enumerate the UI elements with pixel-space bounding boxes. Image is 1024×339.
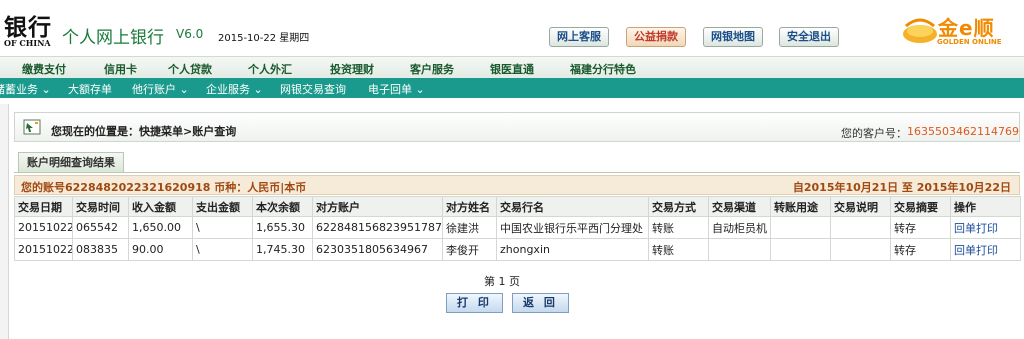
col-header-date: 交易日期 bbox=[14, 196, 73, 217]
cell-bank-name: 中国农业银行乐平西门分理处 bbox=[496, 216, 649, 239]
cell-income: 1,650.00 bbox=[128, 216, 193, 239]
nav-personal-loan[interactable]: 个人贷款 bbox=[168, 61, 212, 77]
cell-date: 20151022 bbox=[14, 238, 73, 261]
nav-investment[interactable]: 投资理财 bbox=[330, 61, 374, 77]
table-row: 20151022 083835 90.00 \ 1,745.30 6230351… bbox=[14, 238, 1021, 261]
charity-donation-button[interactable]: 公益捐款 bbox=[626, 27, 686, 47]
bank-logo: 银行 bbox=[4, 14, 52, 41]
cell-date: 20151022 bbox=[14, 216, 73, 239]
col-header-channel: 交易渠道 bbox=[708, 196, 771, 217]
cell-counter-name: 李俊开 bbox=[442, 238, 497, 261]
nav-customer-service[interactable]: 客户服务 bbox=[410, 61, 454, 77]
table-header-row: 交易日期 交易时间 收入金额 支出金额 本次余额 对方账户 对方姓名 交易行名 … bbox=[14, 196, 1021, 217]
cell-counter-acct: 6228481568239517878 bbox=[312, 216, 443, 239]
golden-online-text: 金e顺 bbox=[938, 16, 995, 40]
col-header-bank-name: 交易行名 bbox=[496, 196, 649, 217]
secondary-nav: 储蓄业务 ⌄ 大额存单 他行账户 ⌄ 企业服务 ⌄ 网银交易查询 电子回单 ⌄ bbox=[0, 78, 1024, 98]
col-header-counter-name: 对方姓名 bbox=[442, 196, 497, 217]
left-sidebar-collapsed[interactable] bbox=[0, 104, 9, 339]
online-service-button[interactable]: 网上客服 bbox=[549, 27, 609, 47]
col-header-summary: 交易摘要 bbox=[890, 196, 951, 217]
cell-method: 转账 bbox=[648, 238, 709, 261]
subnav-other-bank[interactable]: 他行账户 ⌄ bbox=[132, 81, 189, 97]
col-header-counter-acct: 对方账户 bbox=[312, 196, 443, 217]
cell-counter-acct: 6230351805634967 bbox=[312, 238, 443, 261]
main-content: 您现在的位置是：快捷菜单>账户查询 您的客户号： 163550346211476… bbox=[14, 112, 1021, 339]
cell-channel bbox=[708, 238, 771, 261]
transaction-table: 交易日期 交易时间 收入金额 支出金额 本次余额 对方账户 对方姓名 交易行名 … bbox=[14, 196, 1021, 261]
bank-map-button[interactable]: 网银地图 bbox=[703, 27, 763, 47]
cell-summary: 转存 bbox=[890, 216, 951, 239]
breadcrumb: 您现在的位置是：快捷菜单>账户查询 bbox=[51, 125, 237, 138]
cell-time: 083835 bbox=[72, 238, 129, 261]
tab-account-detail-result[interactable]: 账户明细查询结果 bbox=[18, 152, 124, 172]
pagination-text: 第 1 页 bbox=[484, 275, 520, 288]
cell-bank-name: zhongxin bbox=[496, 238, 649, 261]
app-version: V6.0 bbox=[176, 27, 204, 41]
nav-payment[interactable]: 缴费支付 bbox=[22, 61, 66, 77]
back-button[interactable]: 返 回 bbox=[512, 293, 569, 313]
col-header-method: 交易方式 bbox=[648, 196, 709, 217]
cell-balance: 1,745.30 bbox=[252, 238, 313, 261]
col-header-income: 收入金额 bbox=[128, 196, 193, 217]
subnav-tx-query[interactable]: 网银交易查询 bbox=[280, 81, 346, 97]
nav-fujian-branch[interactable]: 福建分行特色 bbox=[570, 61, 636, 77]
app-title: 个人网上银行 bbox=[62, 28, 164, 48]
account-number-currency: 您的账号6228482022321620918 币种：人民币|本币 bbox=[21, 181, 307, 194]
col-header-operation: 操作 bbox=[950, 196, 1021, 217]
location-arrow-icon bbox=[23, 119, 41, 135]
col-header-expense: 支出金额 bbox=[192, 196, 253, 217]
subnav-e-receipt[interactable]: 电子回单 ⌄ bbox=[368, 81, 425, 97]
cell-channel: 自动柜员机 bbox=[708, 216, 771, 239]
golden-online-en: GOLDEN ONLINE bbox=[937, 38, 1002, 46]
col-header-note: 交易说明 bbox=[830, 196, 891, 217]
cell-expense: \ bbox=[192, 216, 253, 239]
table-row: 20151022 065542 1,650.00 \ 1,655.30 6228… bbox=[14, 216, 1021, 239]
customer-number-label: 您的客户号： bbox=[841, 127, 907, 140]
location-bar: 您现在的位置是：快捷菜单>账户查询 您的客户号： 163550346211476… bbox=[14, 112, 1020, 142]
cell-expense: \ bbox=[192, 238, 253, 261]
cell-time: 065542 bbox=[72, 216, 129, 239]
subnav-enterprise[interactable]: 企业服务 ⌄ bbox=[206, 81, 263, 97]
primary-nav: 缴费支付 信用卡 个人贷款 个人外汇 投资理财 客户服务 银医直通 福建分行特色 bbox=[0, 56, 1024, 78]
nav-credit-card[interactable]: 信用卡 bbox=[104, 61, 137, 77]
cell-income: 90.00 bbox=[128, 238, 193, 261]
cell-method: 转账 bbox=[648, 216, 709, 239]
col-header-balance: 本次余额 bbox=[252, 196, 313, 217]
cell-note bbox=[830, 216, 891, 239]
safe-logout-button[interactable]: 安全退出 bbox=[779, 27, 839, 47]
customer-number-value: 1635503462114769 bbox=[907, 125, 1019, 138]
print-button[interactable]: 打 印 bbox=[446, 293, 503, 313]
tab-divider bbox=[14, 172, 1020, 173]
subnav-savings[interactable]: 储蓄业务 ⌄ bbox=[0, 81, 51, 97]
header-date: 2015-10-22 星期四 bbox=[218, 33, 310, 44]
nav-hospital[interactable]: 银医直通 bbox=[490, 61, 534, 77]
header: 银行 OF CHINA 个人网上银行 V6.0 2015-10-22 星期四 网… bbox=[0, 0, 1024, 56]
cell-purpose bbox=[770, 238, 831, 261]
subnav-large-cd[interactable]: 大额存单 bbox=[68, 81, 112, 97]
col-header-time: 交易时间 bbox=[72, 196, 129, 217]
col-header-purpose: 转账用途 bbox=[770, 196, 831, 217]
print-receipt-link[interactable]: 回单打印 bbox=[950, 216, 1021, 239]
bank-logo-subtitle: OF CHINA bbox=[4, 38, 51, 48]
nav-forex[interactable]: 个人外汇 bbox=[248, 61, 292, 77]
cell-balance: 1,655.30 bbox=[252, 216, 313, 239]
cell-note bbox=[830, 238, 891, 261]
cell-summary: 转存 bbox=[890, 238, 951, 261]
query-date-range: 自2015年10月21日 至 2015年10月22日 bbox=[792, 181, 1011, 194]
account-info-bar: 您的账号6228482022321620918 币种：人民币|本币 自2015年… bbox=[14, 175, 1020, 195]
cell-purpose bbox=[770, 216, 831, 239]
print-receipt-link[interactable]: 回单打印 bbox=[950, 238, 1021, 261]
cell-counter-name: 徐建洪 bbox=[442, 216, 497, 239]
